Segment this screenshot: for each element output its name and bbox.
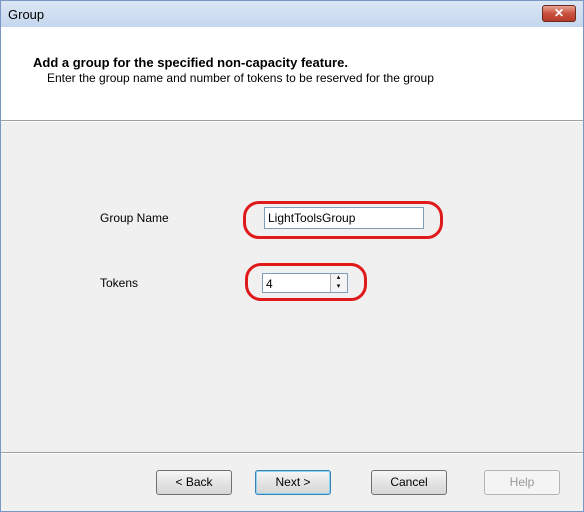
footer-divider bbox=[1, 452, 583, 454]
next-button[interactable]: Next > bbox=[255, 470, 331, 495]
header-divider bbox=[1, 120, 583, 122]
group-name-label: Group Name bbox=[100, 211, 169, 225]
window-title: Group bbox=[8, 7, 45, 22]
tokens-highlight bbox=[245, 263, 367, 301]
cancel-button[interactable]: Cancel bbox=[371, 470, 447, 495]
header-subtitle: Enter the group name and number of token… bbox=[47, 71, 434, 85]
title-bar[interactable]: Group ✕ bbox=[1, 1, 583, 27]
group-dialog: Group ✕ Add a group for the specified no… bbox=[0, 0, 584, 512]
group-name-highlight bbox=[243, 201, 443, 239]
back-button[interactable]: < Back bbox=[156, 470, 232, 495]
close-button[interactable]: ✕ bbox=[542, 5, 576, 22]
tokens-label: Tokens bbox=[100, 276, 139, 290]
close-icon: ✕ bbox=[553, 6, 565, 20]
help-button[interactable]: Help bbox=[484, 470, 560, 495]
header-title: Add a group for the specified non-capaci… bbox=[33, 55, 348, 70]
wizard-header: Add a group for the specified non-capaci… bbox=[1, 27, 583, 120]
